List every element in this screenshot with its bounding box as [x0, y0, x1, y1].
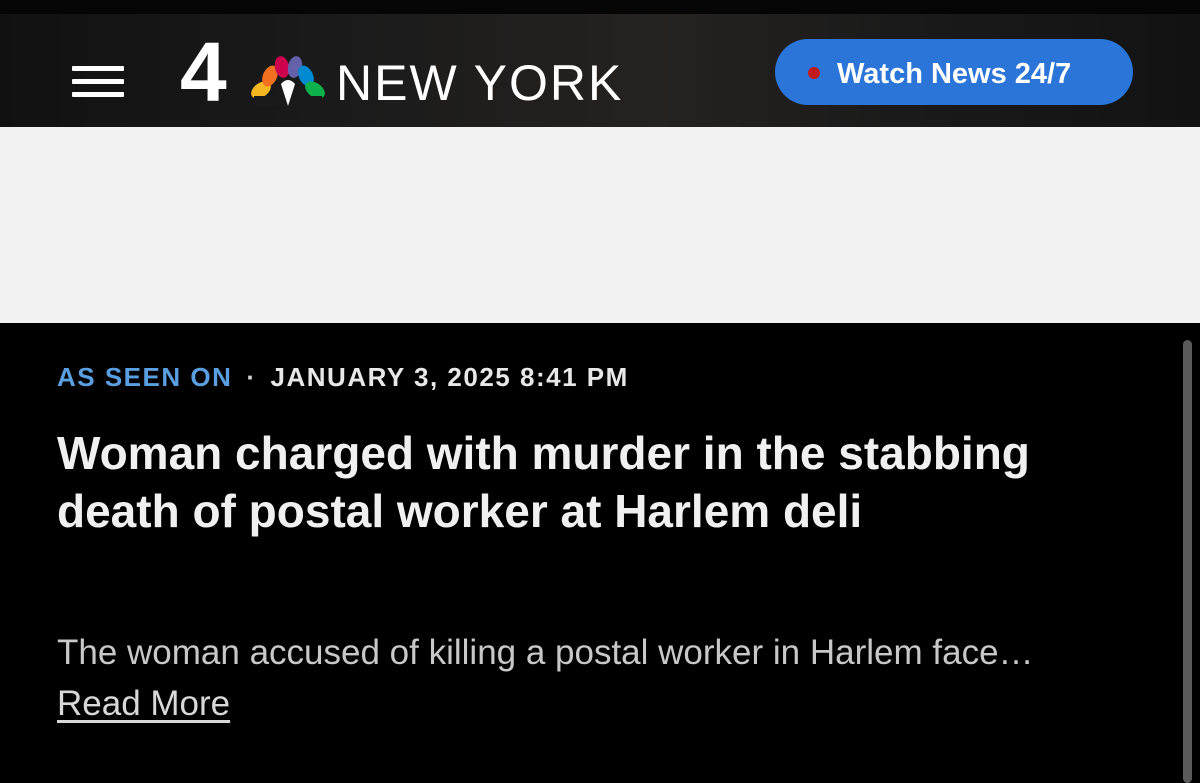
article-date: JANUARY 3, 2025 8:41 PM: [270, 362, 629, 392]
watch-news-label: Watch News 24/7: [837, 58, 1072, 90]
logo-number: 4: [180, 25, 227, 119]
watch-news-button[interactable]: Watch News 24/7: [775, 39, 1133, 105]
live-dot-icon: [808, 67, 820, 79]
menu-line: [72, 79, 124, 84]
article-tag[interactable]: AS SEEN ON: [57, 362, 232, 392]
article-summary: The woman accused of killing a postal wo…: [57, 633, 1034, 672]
menu-line: [72, 92, 124, 97]
meta-separator: ·: [246, 362, 257, 392]
ad-placeholder: [0, 127, 1200, 323]
article-meta: AS SEEN ON · JANUARY 3, 2025 8:41 PM: [57, 360, 629, 394]
read-more-link[interactable]: Read More: [57, 680, 230, 728]
menu-line: [72, 66, 124, 71]
scrollbar[interactable]: [1183, 340, 1192, 783]
logo-text: NEW YORK: [336, 55, 624, 111]
nbc-peacock-icon: [251, 56, 325, 106]
peacock-feathers: [251, 56, 325, 106]
site-logo[interactable]: 4 NEW YORK: [180, 30, 725, 114]
hamburger-menu-icon[interactable]: [72, 66, 124, 97]
site-header: 4 NEW YORK Watch News 24/7: [0, 0, 1200, 127]
article-headline[interactable]: Woman charged with murder in the stabbin…: [57, 424, 1117, 540]
header-top-strip: [0, 0, 1200, 14]
